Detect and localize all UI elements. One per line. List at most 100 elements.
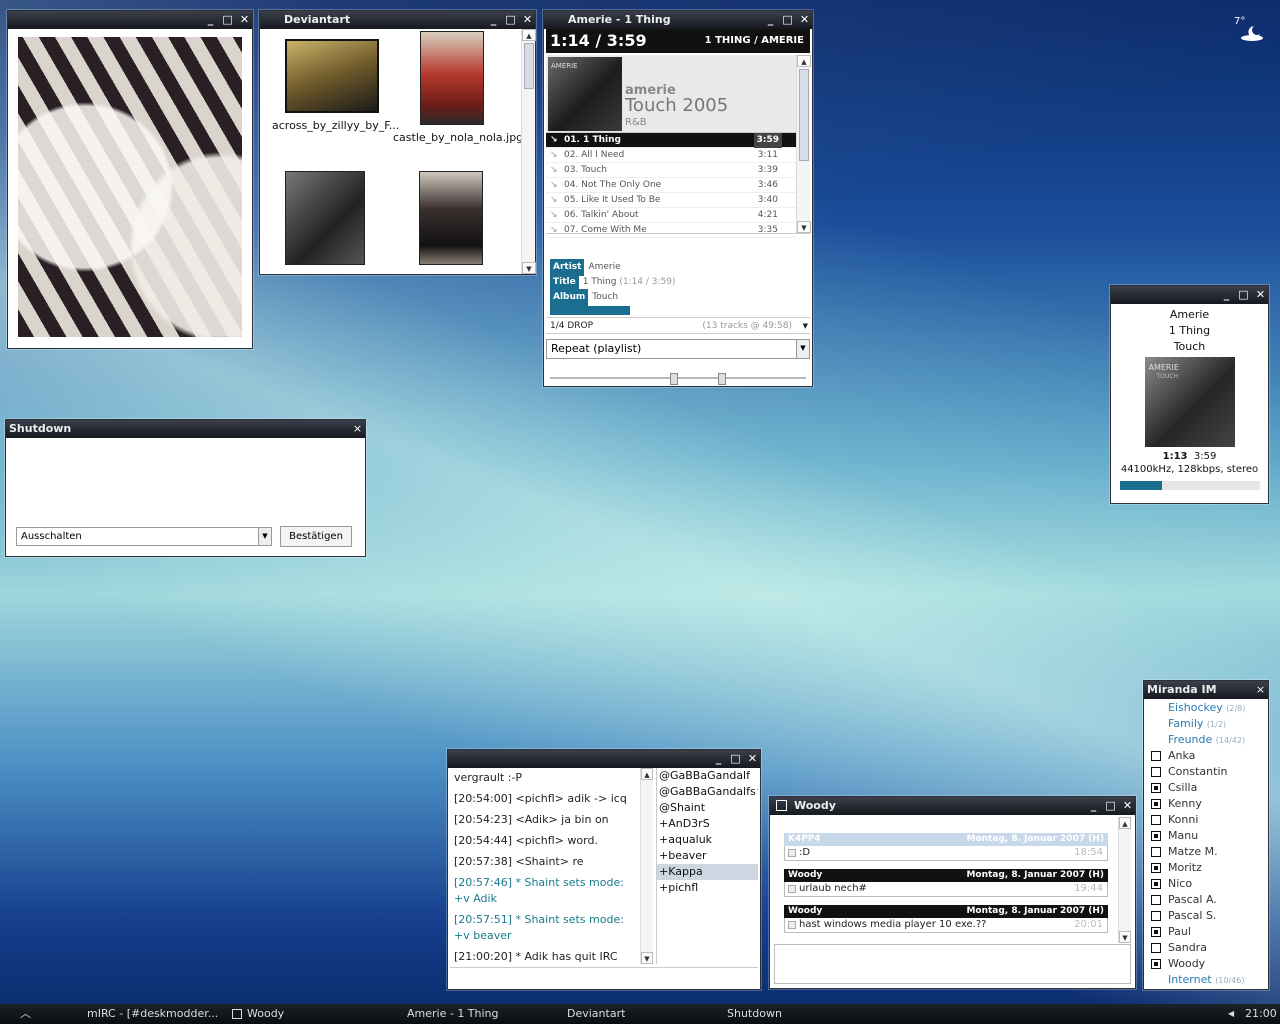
thumbnail-item[interactable]: castle_by_nola_nola.jpg [393, 31, 523, 144]
taskbar-item-shutdown[interactable]: Shutdown [727, 1004, 782, 1024]
photo-window-titlebar[interactable]: _ □ ✕ [8, 11, 252, 29]
scroll-up-icon[interactable]: ▲ [641, 768, 653, 780]
thumbnail-image[interactable] [420, 31, 484, 125]
scroll-down-icon[interactable]: ▼ [1119, 931, 1131, 943]
scroll-down-icon[interactable]: ▼ [522, 262, 536, 274]
thumbnail-image[interactable] [419, 171, 483, 265]
minimize-icon[interactable]: _ [713, 750, 724, 768]
thumbnail-item[interactable] [403, 171, 499, 265]
photo-window[interactable]: _ □ ✕ [7, 10, 253, 349]
contact-item[interactable]: Anka [1144, 748, 1268, 764]
contact-item[interactable]: Woody [1144, 956, 1268, 972]
repeat-select[interactable]: Repeat (playlist) ▼ [546, 339, 810, 359]
scroll-thumb[interactable] [799, 69, 809, 161]
track-row[interactable]: ↘ 04. Not The Only One 3:46 [546, 178, 796, 193]
chevron-down-icon[interactable]: ▼ [796, 340, 809, 358]
mini-player-window[interactable]: _ □ ✕ Amerie 1 Thing Touch AMERIE TOUCH … [1110, 285, 1269, 504]
minimize-icon[interactable]: _ [765, 11, 776, 29]
contact-item[interactable]: Nico [1144, 876, 1268, 892]
scroll-down-icon[interactable]: ▼ [641, 952, 653, 964]
contact-item[interactable]: Constantin [1144, 764, 1268, 780]
close-icon[interactable]: ✕ [522, 11, 533, 29]
shutdown-titlebar[interactable]: Shutdown × [6, 420, 365, 438]
contact-item[interactable]: Pascal S. [1144, 908, 1268, 924]
nick-item[interactable]: +pichfl [657, 880, 758, 896]
irc-scrollbar[interactable]: ▲ ▼ [640, 768, 653, 964]
confirm-button[interactable]: Bestätigen [280, 526, 352, 547]
close-icon[interactable]: ✕ [747, 750, 758, 768]
start-chevron-icon[interactable]: ︿ [20, 1004, 31, 1024]
contact-item[interactable]: Csilla [1144, 780, 1268, 796]
miranda-titlebar[interactable]: Miranda IM × [1144, 681, 1268, 699]
shutdown-window[interactable]: Shutdown × Ausschalten ▼ Bestätigen [5, 419, 366, 557]
contact-item[interactable]: Kenny [1144, 796, 1268, 812]
contact-group[interactable]: Eishockey (2/8) [1144, 700, 1268, 716]
track-row[interactable]: ↘ 01. 1 Thing 3:59 [546, 133, 796, 148]
contact-item[interactable]: Paul [1144, 924, 1268, 940]
thumbnail-item[interactable]: across_by_zillyy_by_F... [272, 39, 399, 132]
music-player-window[interactable]: Amerie - 1 Thing _ □ ✕ 1:14 / 3:59 1 THI… [543, 10, 813, 387]
track-row[interactable]: ↘ 06. Talkin' About 4:21 [546, 208, 796, 223]
irc-input[interactable] [450, 967, 758, 987]
chat-scrollbar[interactable]: ▲ ▼ [1118, 817, 1131, 943]
maximize-icon[interactable]: □ [1238, 286, 1249, 304]
chat-window[interactable]: Woody _ □ ✕ K4PP4 Montag, 8. Januar 2007 … [769, 796, 1136, 989]
playlist-scrollbar[interactable]: ▲ ▼ [796, 55, 811, 233]
seek-slider[interactable] [550, 373, 806, 385]
close-icon[interactable]: × [1255, 681, 1266, 699]
shutdown-select[interactable]: Ausschalten ▼ [16, 527, 272, 546]
close-icon[interactable]: ✕ [799, 11, 810, 29]
minimize-icon[interactable]: _ [488, 11, 499, 29]
contact-item[interactable]: Manu [1144, 828, 1268, 844]
vertical-scrollbar[interactable]: ▲ ▼ [521, 29, 536, 274]
scroll-thumb[interactable] [524, 43, 534, 89]
chevron-down-icon[interactable]: ▼ [803, 318, 808, 334]
contact-item[interactable]: Moritz [1144, 860, 1268, 876]
seek-handle[interactable] [670, 373, 678, 385]
contact-item[interactable]: Konni [1144, 812, 1268, 828]
nick-item[interactable]: +Kappa [657, 864, 758, 880]
scroll-up-icon[interactable]: ▲ [522, 29, 536, 41]
close-icon[interactable]: ✕ [1122, 797, 1133, 815]
close-icon[interactable]: ✕ [1255, 286, 1266, 304]
track-row[interactable]: ↘ 02. All I Need 3:11 [546, 148, 796, 163]
track-row[interactable]: ↘ 03. Touch 3:39 [546, 163, 796, 178]
close-icon[interactable]: × [352, 420, 363, 438]
scroll-down-icon[interactable]: ▼ [797, 221, 811, 233]
maximize-icon[interactable]: □ [505, 11, 516, 29]
chevron-down-icon[interactable]: ▼ [258, 528, 271, 545]
taskbar-item-player[interactable]: Amerie - 1 Thing [407, 1004, 499, 1024]
nick-item[interactable]: +beaver [657, 848, 758, 864]
contact-group[interactable]: Freunde (14/42) [1144, 732, 1268, 748]
maximize-icon[interactable]: □ [730, 750, 741, 768]
minimize-icon[interactable]: _ [1221, 286, 1232, 304]
contact-group[interactable]: Family (1/2) [1144, 716, 1268, 732]
taskbar-item-mirc[interactable]: mIRC - [#deskmodder... [87, 1004, 217, 1024]
mini-player-titlebar[interactable]: _ □ ✕ [1111, 286, 1268, 304]
irc-titlebar[interactable]: _ □ ✕ [448, 750, 760, 768]
deviantart-window[interactable]: Deviantart _ □ ✕ across_by_zillyy_by_F..… [259, 10, 536, 275]
close-icon[interactable]: ✕ [239, 11, 250, 29]
contact-item[interactable]: Pascal A. [1144, 892, 1268, 908]
track-row[interactable]: ↘ 07. Come With Me 3:35 [546, 223, 796, 238]
nick-item[interactable]: @GaBBaGandalfs^ [657, 784, 758, 800]
nick-item[interactable]: +aqualuk [657, 832, 758, 848]
maximize-icon[interactable]: □ [782, 11, 793, 29]
thumbnail-image[interactable] [285, 171, 365, 265]
minimize-icon[interactable]: _ [1088, 797, 1099, 815]
taskbar-item-deviantart[interactable]: Deviantart [567, 1004, 625, 1024]
maximize-icon[interactable]: □ [222, 11, 233, 29]
miranda-window[interactable]: Miranda IM × Eishockey (2/8) Family (1/2)… [1143, 680, 1269, 990]
maximize-icon[interactable]: □ [1105, 797, 1116, 815]
tray-arrow-icon[interactable]: ◀ [1228, 1004, 1234, 1024]
contact-item[interactable]: Sandra [1144, 940, 1268, 956]
track-row[interactable]: ↘ 05. Like It Used To Be 3:40 [546, 193, 796, 208]
irc-window[interactable]: _ □ ✕ vergrault :-P [20:54:00] <pichfl> a… [447, 749, 761, 990]
contact-item[interactable]: Matze M. [1144, 844, 1268, 860]
chat-titlebar[interactable]: Woody _ □ ✕ [770, 797, 1135, 815]
progress-bar[interactable] [550, 306, 808, 315]
minimize-icon[interactable]: _ [205, 11, 216, 29]
thumbnail-item[interactable] [277, 171, 373, 265]
chat-input[interactable] [774, 944, 1131, 984]
taskbar-item-woody[interactable]: Woody [247, 1004, 284, 1024]
